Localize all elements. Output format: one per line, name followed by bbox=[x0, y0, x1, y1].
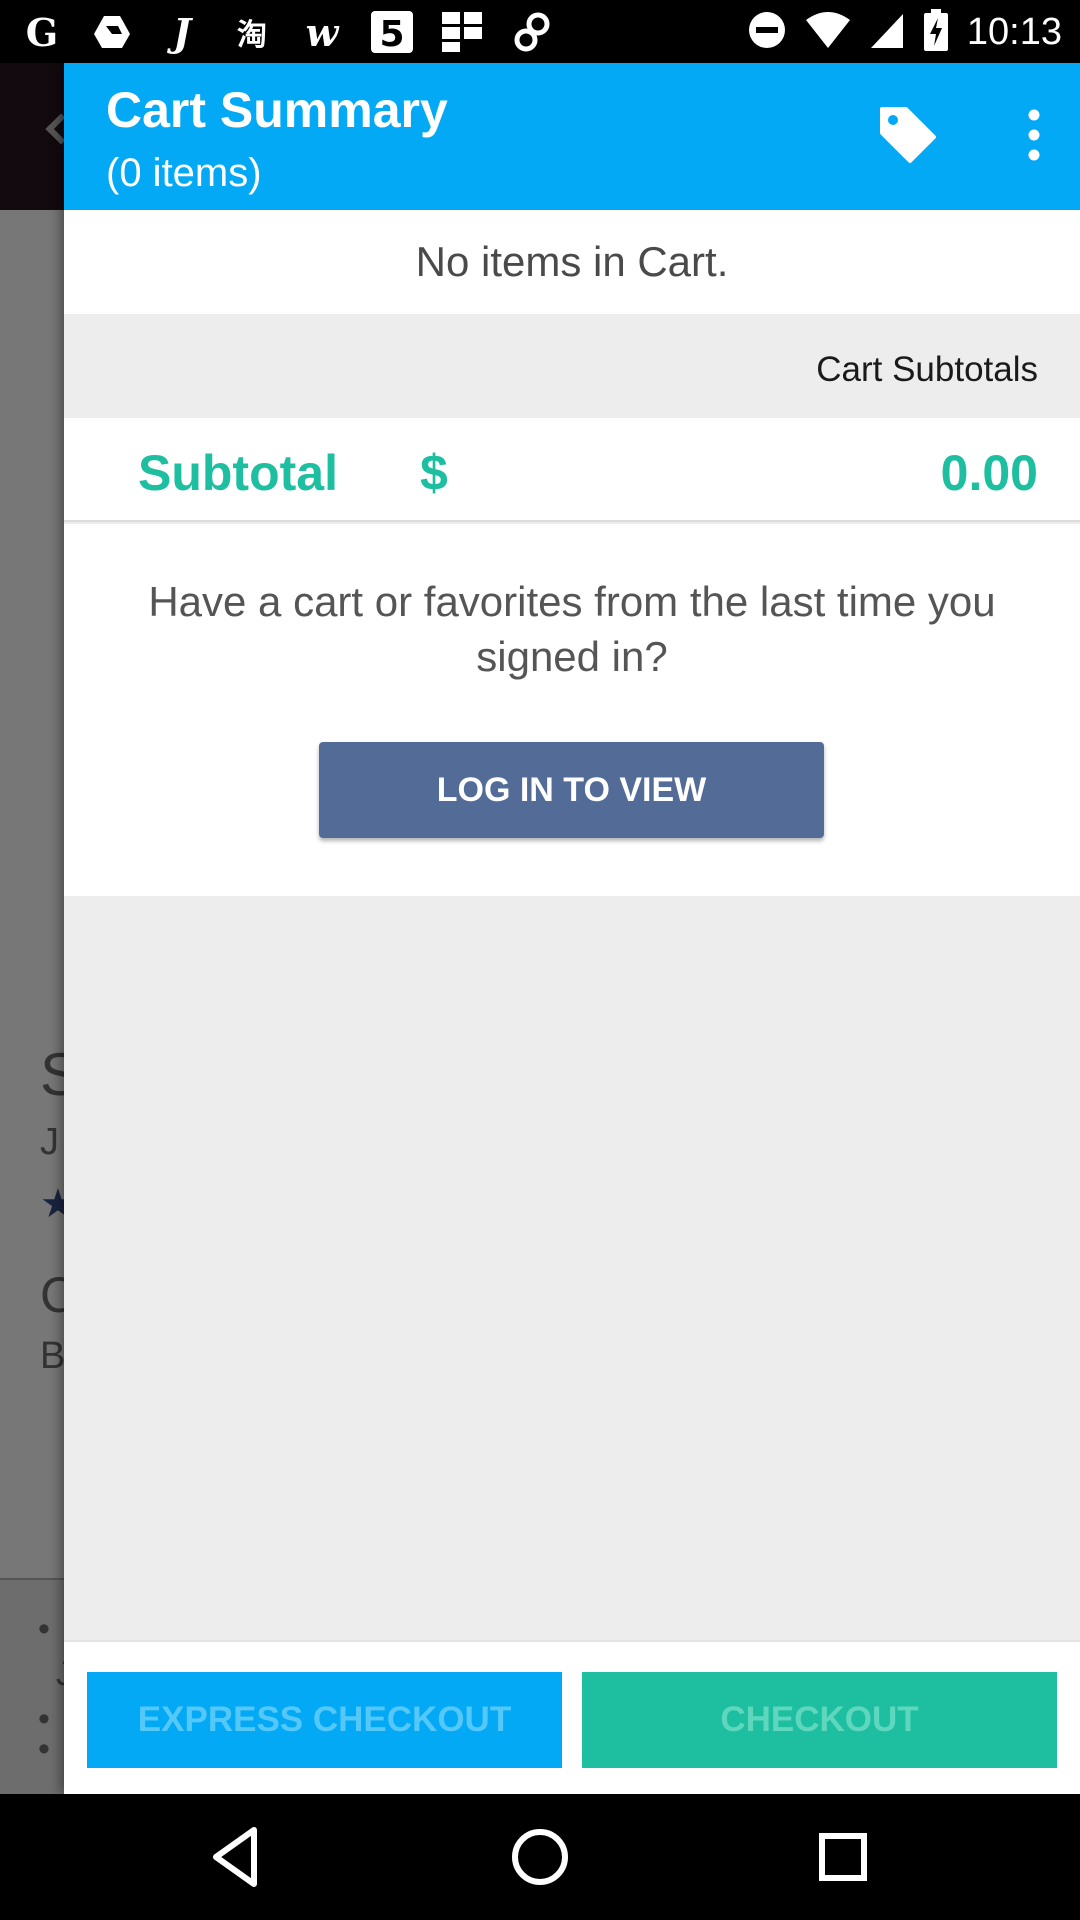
status-bar: G J 淘 w 5 10:13 bbox=[0, 0, 1080, 63]
cart-header: Cart Summary (0 items) bbox=[64, 63, 1080, 210]
recents-icon[interactable] bbox=[810, 1824, 876, 1890]
currency-symbol: $ bbox=[420, 445, 448, 501]
background-text: J bbox=[40, 1121, 59, 1163]
express-checkout-button[interactable]: EXPRESS CHECKOUT bbox=[87, 1672, 562, 1768]
subtotals-label: Cart Subtotals bbox=[816, 350, 1038, 389]
subtotal-amount: 0.00 bbox=[940, 445, 1038, 501]
subtotal-label: Subtotal bbox=[138, 445, 338, 501]
five-app-icon: 5 bbox=[370, 10, 414, 54]
drive-icon bbox=[90, 10, 134, 54]
taobao-icon: 淘 bbox=[237, 18, 267, 53]
subtotal-row: Subtotal $ 0.00 bbox=[64, 418, 1080, 522]
notification-icons: G J 淘 w 5 bbox=[20, 8, 554, 56]
system-status: 10:13 bbox=[747, 8, 1062, 56]
cart-drawer: Cart Summary (0 items) No items in Cart.… bbox=[64, 63, 1080, 1794]
page-title: Cart Summary bbox=[106, 82, 448, 138]
checkout-bar: EXPRESS CHECKOUT CHECKOUT bbox=[64, 1640, 1080, 1794]
wifi-icon bbox=[805, 10, 851, 55]
svg-text:5: 5 bbox=[379, 14, 404, 54]
clock: 10:13 bbox=[966, 10, 1062, 53]
background-bullet: • bbox=[38, 1610, 50, 1648]
login-prompt-section: Have a cart or favorites from the last t… bbox=[64, 524, 1080, 896]
link-app-icon bbox=[510, 10, 554, 54]
tag-icon[interactable] bbox=[876, 103, 940, 167]
j-app-icon: J bbox=[173, 9, 191, 55]
home-icon[interactable] bbox=[507, 1824, 573, 1890]
w-app-icon: w bbox=[305, 9, 339, 55]
checkout-button[interactable]: CHECKOUT bbox=[582, 1672, 1057, 1768]
do-not-disturb-icon bbox=[747, 10, 787, 55]
battery-charging-icon bbox=[923, 8, 949, 56]
empty-cart-message: No items in Cart. bbox=[64, 210, 1080, 314]
login-prompt-text: Have a cart or favorites from the last t… bbox=[148, 578, 996, 680]
more-vert-icon[interactable] bbox=[1014, 103, 1054, 167]
background-text: B bbox=[40, 1335, 66, 1377]
background-bullet: • bbox=[38, 1730, 50, 1768]
subtotals-header: Cart Subtotals bbox=[64, 314, 1080, 418]
signal-icon bbox=[869, 10, 905, 55]
log-in-to-view-button[interactable]: LOG IN TO VIEW bbox=[319, 742, 824, 838]
item-count: (0 items) bbox=[106, 151, 262, 195]
back-icon[interactable] bbox=[204, 1824, 270, 1890]
navigation-bar bbox=[0, 1794, 1080, 1920]
google-icon: G bbox=[25, 9, 59, 55]
grid-app-icon bbox=[440, 10, 484, 54]
